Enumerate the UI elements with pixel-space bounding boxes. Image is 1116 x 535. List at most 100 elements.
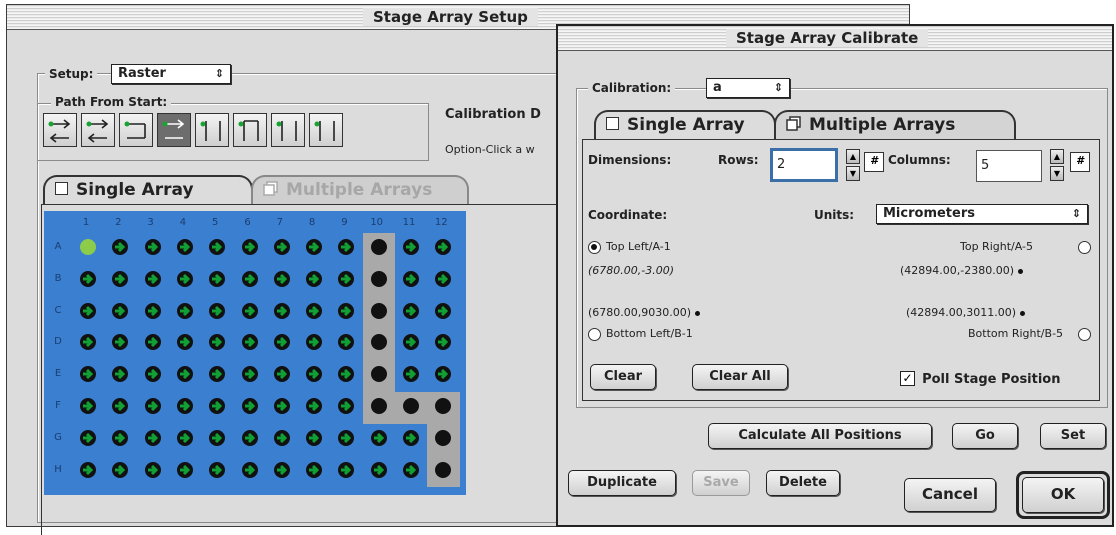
well[interactable] [338, 366, 355, 383]
well-path[interactable] [435, 461, 452, 478]
well[interactable] [306, 334, 323, 351]
well[interactable] [306, 429, 323, 446]
well[interactable] [176, 461, 193, 478]
well[interactable] [176, 429, 193, 446]
well[interactable] [80, 302, 96, 319]
well[interactable] [273, 270, 290, 287]
well[interactable] [209, 398, 226, 414]
well[interactable] [403, 334, 419, 351]
well[interactable] [403, 239, 419, 255]
columns-stepper[interactable]: ▲ ▼ [1050, 149, 1064, 182]
setup-tab-single-array[interactable]: Single Array [43, 175, 253, 205]
well[interactable] [403, 366, 419, 383]
well[interactable] [241, 398, 258, 414]
path-option-button[interactable] [271, 113, 305, 147]
setup-popup[interactable]: Raster ⇕ [111, 64, 231, 84]
well[interactable] [338, 302, 355, 319]
well[interactable] [112, 270, 129, 287]
poll-stage-checkbox[interactable]: ✓ Poll Stage Position [900, 368, 1061, 387]
well[interactable] [435, 302, 452, 319]
calibrate-tab-single-array[interactable]: Single Array [594, 110, 776, 140]
well-path[interactable] [370, 398, 387, 414]
well[interactable] [273, 302, 290, 319]
rows-stepper[interactable]: ▲ ▼ [846, 149, 860, 182]
well[interactable] [80, 398, 96, 414]
well-path[interactable] [403, 398, 419, 414]
well[interactable] [144, 429, 161, 446]
well[interactable] [241, 239, 258, 255]
well[interactable] [241, 302, 258, 319]
path-option-button[interactable] [43, 113, 77, 147]
well[interactable] [306, 270, 323, 287]
well[interactable] [176, 239, 193, 255]
well[interactable] [306, 302, 323, 319]
well[interactable] [338, 239, 355, 255]
well[interactable] [144, 398, 161, 414]
delete-button[interactable]: Delete [766, 470, 840, 496]
well[interactable] [209, 461, 226, 478]
units-popup[interactable]: Micrometers ⇕ [876, 204, 1088, 224]
well[interactable] [176, 302, 193, 319]
path-option-button[interactable] [81, 113, 115, 147]
well[interactable] [144, 461, 161, 478]
well-path[interactable] [370, 239, 387, 255]
well[interactable] [403, 429, 419, 446]
path-option-button[interactable] [195, 113, 229, 147]
well[interactable] [176, 334, 193, 351]
well[interactable] [273, 239, 290, 255]
setup-tab-multiple-arrays[interactable]: Multiple Arrays [251, 175, 469, 205]
well[interactable] [209, 429, 226, 446]
well[interactable] [112, 302, 129, 319]
path-option-button[interactable] [157, 113, 191, 147]
path-option-button[interactable] [233, 113, 267, 147]
rows-up-arrow-icon[interactable]: ▲ [846, 149, 860, 164]
well[interactable] [80, 429, 96, 446]
columns-hash-button[interactable]: # [1070, 152, 1090, 172]
columns-down-arrow-icon[interactable]: ▼ [1050, 166, 1064, 181]
well[interactable] [112, 429, 129, 446]
well[interactable] [144, 302, 161, 319]
well[interactable] [241, 429, 258, 446]
well[interactable] [306, 366, 323, 383]
well[interactable] [273, 334, 290, 351]
well[interactable] [273, 366, 290, 383]
well[interactable] [370, 429, 387, 446]
well[interactable] [403, 461, 419, 478]
cancel-button[interactable]: Cancel [904, 478, 996, 512]
calibrate-title-bar[interactable]: Stage Array Calibrate [558, 26, 1112, 51]
well[interactable] [273, 429, 290, 446]
well[interactable] [273, 398, 290, 414]
well[interactable] [80, 461, 96, 478]
well[interactable] [112, 239, 129, 255]
well[interactable] [435, 334, 452, 351]
well[interactable] [144, 270, 161, 287]
well[interactable] [80, 366, 96, 383]
ok-button[interactable]: OK [1022, 477, 1104, 513]
duplicate-button[interactable]: Duplicate [568, 470, 676, 496]
well[interactable] [209, 239, 226, 255]
top-right-radio[interactable] [1078, 241, 1091, 254]
well[interactable] [338, 398, 355, 414]
well[interactable] [112, 461, 129, 478]
well[interactable] [403, 270, 419, 287]
well[interactable] [435, 270, 452, 287]
well[interactable] [209, 270, 226, 287]
well[interactable] [338, 270, 355, 287]
well[interactable] [306, 461, 323, 478]
well[interactable] [112, 366, 129, 383]
rows-down-arrow-icon[interactable]: ▼ [846, 166, 860, 181]
path-option-button[interactable] [309, 113, 343, 147]
well[interactable] [403, 302, 419, 319]
well[interactable] [338, 461, 355, 478]
well[interactable] [112, 334, 129, 351]
well[interactable] [112, 398, 129, 414]
rows-input[interactable]: 2 [770, 148, 838, 182]
calibration-popup[interactable]: a ⇕ [706, 78, 790, 98]
calculate-all-positions-button[interactable]: Calculate All Positions [708, 423, 932, 449]
well-path[interactable] [370, 270, 387, 287]
bottom-right-radio[interactable] [1078, 328, 1091, 341]
clear-button[interactable]: Clear [590, 364, 656, 390]
set-button[interactable]: Set [1040, 423, 1106, 449]
columns-up-arrow-icon[interactable]: ▲ [1050, 149, 1064, 164]
well[interactable] [209, 302, 226, 319]
